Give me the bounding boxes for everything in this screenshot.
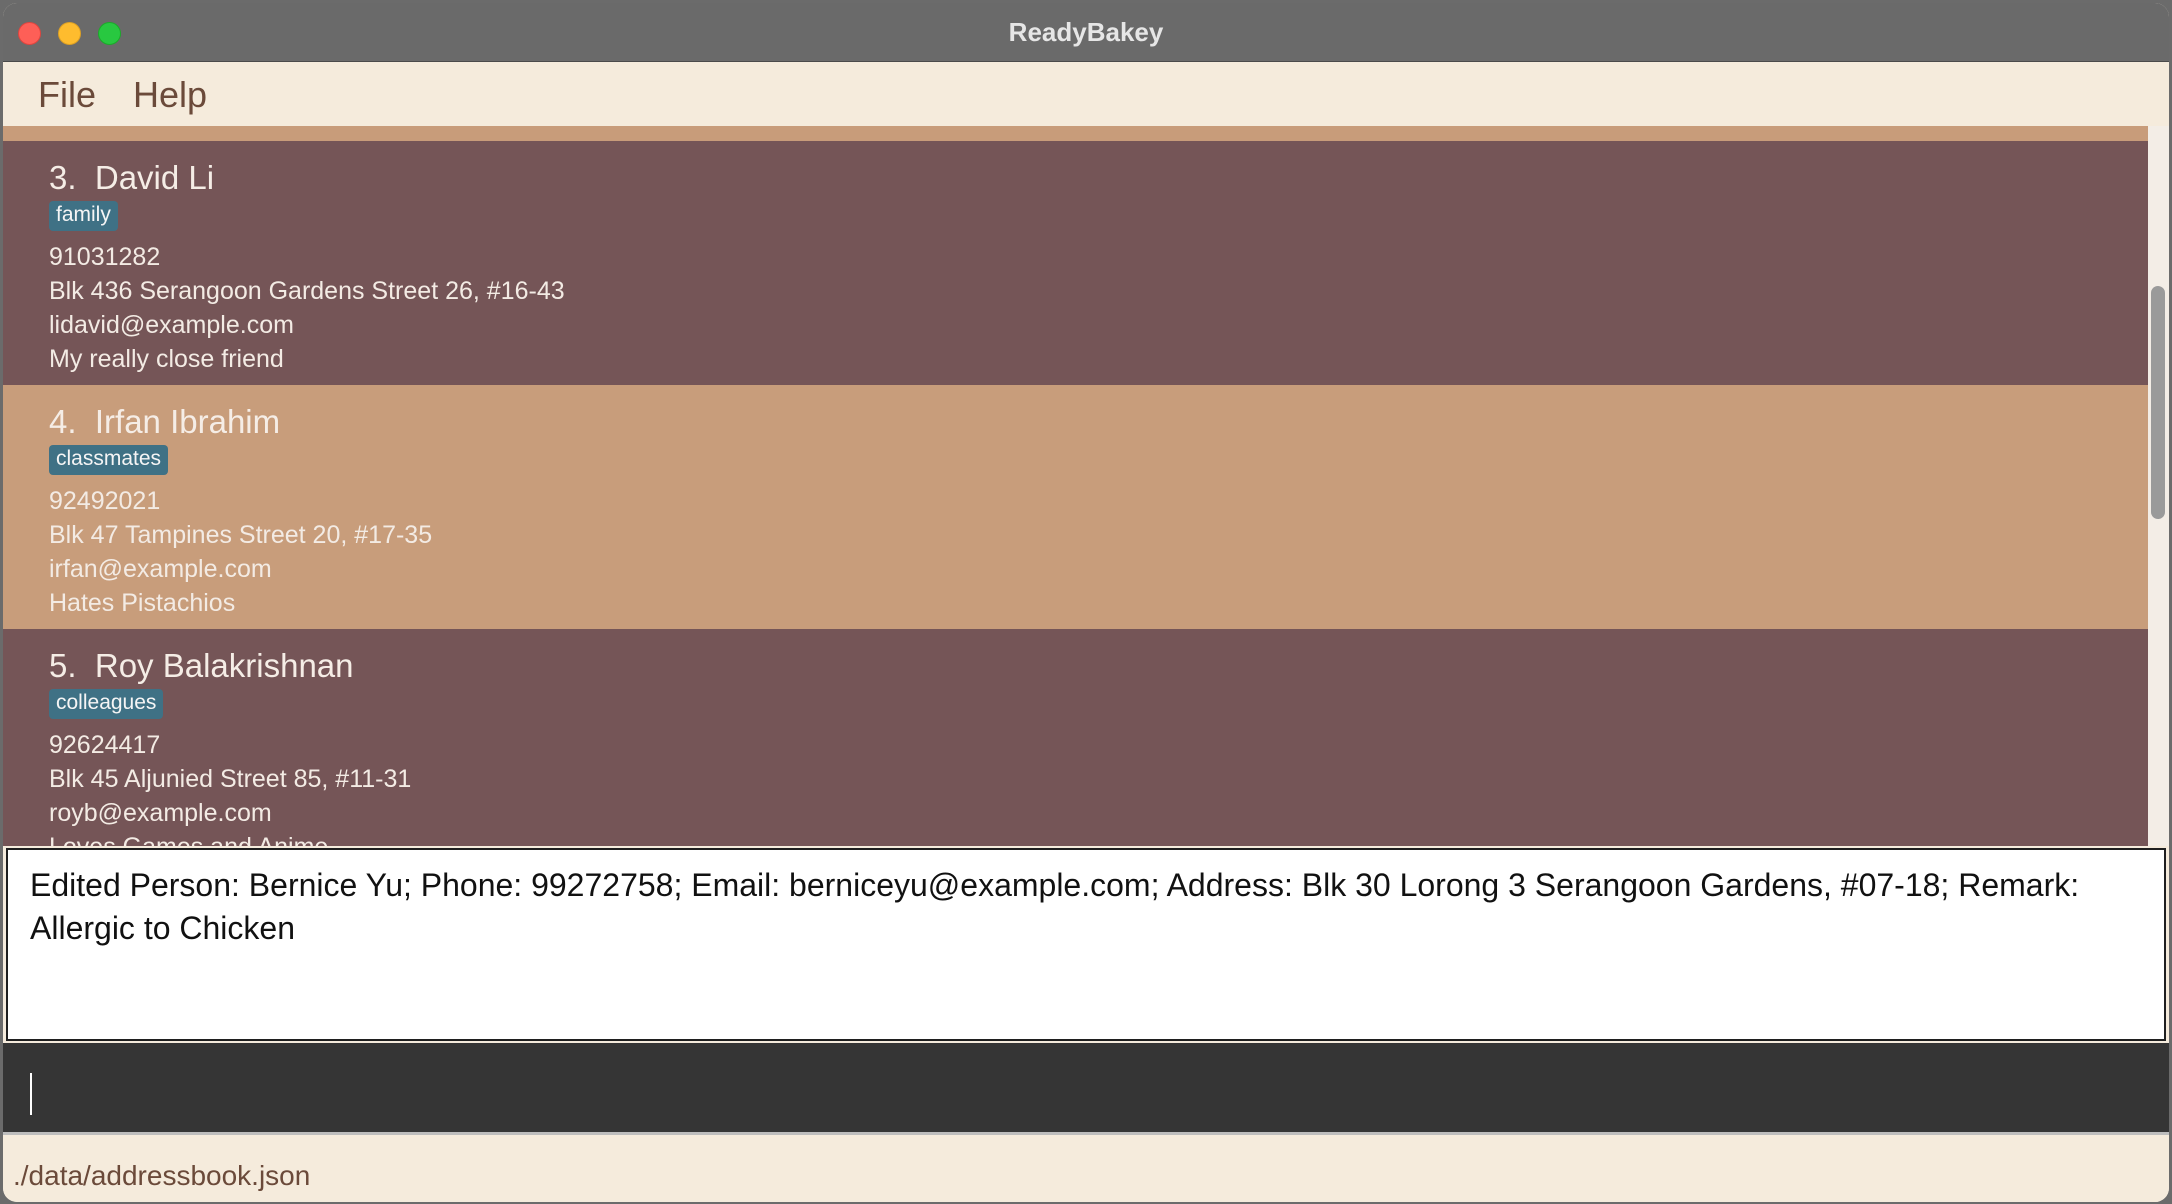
- person-address: Blk 47 Tampines Street 20, #17-35: [49, 521, 433, 549]
- person-address: Blk 45 Aljunied Street 85, #11-31: [49, 765, 412, 793]
- window-title: ReadyBakey: [1008, 17, 1164, 47]
- person-name-text: David Li: [94, 159, 215, 196]
- person-name: 4. Irfan Ibrahim: [49, 403, 280, 441]
- person-phone: 92492021: [49, 487, 161, 515]
- menu-file[interactable]: File: [38, 74, 96, 116]
- previous-card-edge[interactable]: [3, 126, 2148, 141]
- save-file-path: ./data/addressbook.json: [13, 1160, 311, 1191]
- menu-bar: File Help: [3, 62, 2169, 126]
- person-remark: My really close friend: [49, 345, 284, 373]
- text-caret: [30, 1073, 32, 1115]
- person-address: Blk 436 Serangoon Gardens Street 26, #16…: [49, 277, 565, 305]
- person-card[interactable]: 4. Irfan Ibrahim classmates 92492021 Blk…: [3, 385, 2148, 629]
- menu-help[interactable]: Help: [133, 74, 207, 116]
- person-card[interactable]: 3. David Li family 91031282 Blk 436 Sera…: [3, 141, 2148, 385]
- app-window: ReadyBakey File Help 3. David Li family …: [3, 3, 2169, 1202]
- status-bar: ./data/addressbook.json: [3, 1148, 2169, 1202]
- person-name-text: Irfan Ibrahim: [94, 403, 281, 440]
- scrollbar-thumb[interactable]: [2151, 286, 2165, 519]
- person-index: 4.: [49, 403, 77, 440]
- person-email: royb@example.com: [49, 799, 272, 827]
- person-tag: family: [49, 201, 118, 231]
- person-remark: Loves Games and Anime: [49, 833, 328, 846]
- person-index: 5.: [49, 647, 77, 684]
- person-name: 3. David Li: [49, 159, 214, 197]
- command-input[interactable]: [23, 1063, 2147, 1115]
- command-box[interactable]: [3, 1043, 2169, 1135]
- title-bar: ReadyBakey: [3, 3, 2169, 62]
- person-remark: Hates Pistachios: [49, 589, 236, 617]
- person-tag: classmates: [49, 445, 169, 475]
- person-phone: 91031282: [49, 243, 161, 271]
- person-index: 3.: [49, 159, 77, 196]
- person-tag: colleagues: [49, 689, 164, 719]
- person-name: 5. Roy Balakrishnan: [49, 647, 354, 685]
- person-email: irfan@example.com: [49, 555, 272, 583]
- person-email: lidavid@example.com: [49, 311, 294, 339]
- list-scrollbar[interactable]: [2148, 126, 2169, 846]
- result-display: Edited Person: Bernice Yu; Phone: 992727…: [6, 848, 2166, 1041]
- person-card[interactable]: 5. Roy Balakrishnan colleagues 92624417 …: [3, 629, 2148, 846]
- person-name-text: Roy Balakrishnan: [94, 647, 354, 684]
- person-phone: 92624417: [49, 731, 161, 759]
- person-list[interactable]: 3. David Li family 91031282 Blk 436 Sera…: [3, 126, 2148, 846]
